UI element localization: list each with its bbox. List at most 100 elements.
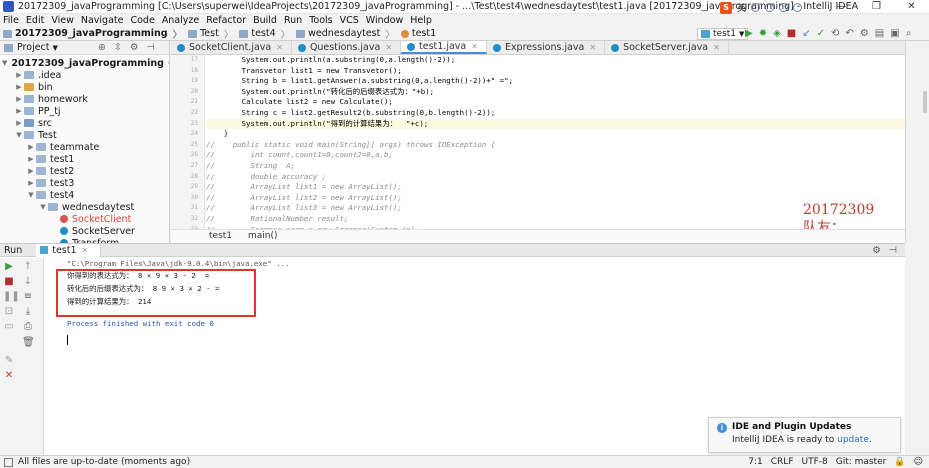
line-number[interactable]: 26 [171,150,204,161]
minimize-button[interactable]: — [824,0,859,14]
close-button[interactable]: ✕ [894,0,929,14]
collapsed-arrow-icon[interactable]: ▶ [14,95,24,103]
close-tab-icon[interactable]: ✕ [385,43,392,52]
code-line[interactable]: // ArrayList list2 = new ArrayList(); [206,193,905,204]
menu-file[interactable]: File [3,15,19,26]
tab-socketserver[interactable]: SocketServer.java ✕ [605,41,729,54]
tree-item-bin[interactable]: ▶ bin [0,81,169,93]
code-line[interactable]: String b = list1.getAnswer(a.substring(0… [206,76,905,87]
menu-analyze[interactable]: Analyze [162,15,199,26]
menu-vcs[interactable]: VCS [340,15,359,26]
collapsed-arrow-icon[interactable]: ▶ [14,119,24,127]
expanded-arrow-icon[interactable]: ▼ [14,131,24,139]
code-line[interactable]: System.out.println("转化后的后缀表达式为："+b); [206,87,905,98]
hide-icon[interactable]: ⊣ [146,42,154,53]
line-number[interactable]: 24 [171,129,204,140]
line-number[interactable]: 25 [171,140,204,151]
code-line[interactable]: String c = list2.getResult2(b.substring(… [206,108,905,119]
code-line[interactable]: // RationalNumber result; [206,214,905,225]
code-line[interactable]: // ArrayList list3 = new ArrayList(); [206,203,905,214]
run-icon[interactable]: ▶ [745,28,753,40]
tree-item--idea[interactable]: ▶ .idea [0,69,169,81]
tree-item-test[interactable]: ▼ Test [0,129,169,141]
collapse-all-icon[interactable]: ⇳ [114,42,122,53]
line-separator[interactable]: CRLF [771,456,794,468]
tree-item-teammate[interactable]: ▶ teammate [0,141,169,153]
tree-item-homework[interactable]: ▶ homework [0,93,169,105]
up-arrow-icon[interactable]: ↑ [22,262,34,272]
vcs-commit-icon[interactable]: ✓ [817,28,825,40]
expanded-arrow-icon[interactable]: ▼ [26,191,36,199]
menu-window[interactable]: Window [366,15,403,26]
code-line[interactable]: System.out.println("得到的计算结果为： "+c); [206,118,905,130]
collapsed-arrow-icon[interactable]: ▶ [14,107,24,115]
debug-icon[interactable]: ✹ [759,28,767,40]
restore-layout-icon[interactable]: ▭ [3,322,15,332]
tree-item-wednesdaytest[interactable]: ▼ wednesdaytest [0,201,169,213]
line-number[interactable]: 23 [171,119,204,130]
code-editor[interactable]: 17 18 19 20 21 22 23 24 25 26 27 28 29 30 31 32 33 Syste… [171,55,905,229]
chevron-down-icon[interactable]: ▼ [53,44,58,52]
collapsed-arrow-icon[interactable]: ▶ [26,155,36,163]
collapsed-arrow-icon[interactable]: ▶ [26,143,36,151]
caret-position[interactable]: 7:1 [748,456,762,468]
coverage-icon[interactable]: ◈ [773,28,781,40]
scrollbar-thumb[interactable] [923,91,927,113]
menu-navigate[interactable]: Navigate [81,15,124,26]
scroll-from-source-icon[interactable]: ⊕ [98,42,106,53]
settings-icon[interactable]: ⚙ [860,28,869,40]
close-tab-icon[interactable]: ✕ [471,42,478,51]
ime-punctuation-icon[interactable] [751,3,761,12]
tree-item-pp-tj[interactable]: ▶ PP_tj [0,105,169,117]
code-line[interactable]: // public static void main(String[] args… [206,140,905,151]
code-line[interactable]: Transvetor list1 = new Transvetor(); [206,66,905,77]
rerun-icon[interactable]: ▶ [3,262,15,272]
collapsed-arrow-icon[interactable]: ▶ [26,179,36,187]
tool-windows-icon[interactable] [4,458,13,467]
project-view-title[interactable]: Project [17,42,50,53]
run-tab-test1[interactable]: test1 ✕ [36,243,102,257]
code-line[interactable]: // ArrayList list1 = new ArrayList(); [206,182,905,193]
editor-crumb-class[interactable]: test1 [209,231,232,241]
tree-item-test3[interactable]: ▶ test3 [0,177,169,189]
update-link[interactable]: update [837,435,869,445]
search-icon[interactable]: ⌕ [906,28,912,40]
editor-crumb-method[interactable]: main() [248,231,278,241]
line-number[interactable]: 28 [171,172,204,183]
tab-questions[interactable]: Questions.java ✕ [292,41,402,54]
collapsed-arrow-icon[interactable]: ▶ [14,71,24,79]
menu-view[interactable]: View [51,15,74,26]
code-line[interactable]: System.out.println(a.substring(0,a.lengt… [206,55,905,66]
ime-emoji-icon[interactable] [765,3,775,12]
pause-icon[interactable]: ❚❚ [3,292,20,302]
vcs-branch[interactable]: Git: master [836,456,887,468]
line-number[interactable]: 30 [171,193,204,204]
breadcrumb-test[interactable]: Test 〉 [188,27,233,41]
code-lines[interactable]: System.out.println(a.substring(0,a.lengt… [206,55,905,229]
tree-item-test4[interactable]: ▼ test4 [0,189,169,201]
project-structure-icon[interactable]: ▤ [875,28,884,40]
trash-icon[interactable]: 🗑 [22,338,35,348]
menu-run[interactable]: Run [284,15,302,26]
lock-icon[interactable]: 🔒 [894,456,905,468]
expanded-arrow-icon[interactable]: ▼ [2,59,7,67]
tab-expressions[interactable]: Expressions.java ✕ [487,41,606,54]
code-line[interactable]: // double accuracy ; [206,172,905,183]
sogou-s-icon[interactable]: S [720,1,732,14]
breadcrumb-wednesdaytest[interactable]: wednesdaytest 〉 [296,27,395,41]
line-number[interactable]: 27 [171,161,204,172]
close-icon[interactable]: ✕ [3,371,15,381]
hide-icon[interactable]: ⊣ [889,245,897,256]
collapsed-arrow-icon[interactable]: ▶ [26,167,36,175]
tree-item-src[interactable]: ▶ src [0,117,169,129]
sdk-icon[interactable]: ▣ [890,28,899,40]
tree-item-test2[interactable]: ▶ test2 [0,165,169,177]
file-encoding[interactable]: UTF-8 [802,456,828,468]
line-number[interactable]: 20 [171,87,204,98]
breadcrumb-test4[interactable]: test4 〉 [239,27,290,41]
dump-threads-icon[interactable]: ⊡ [3,307,15,317]
line-number[interactable]: 19 [171,76,204,87]
scroll-to-end-icon[interactable]: ⤓ [22,307,34,317]
code-line[interactable]: // String A; [206,161,905,172]
menu-code[interactable]: Code [130,15,154,26]
